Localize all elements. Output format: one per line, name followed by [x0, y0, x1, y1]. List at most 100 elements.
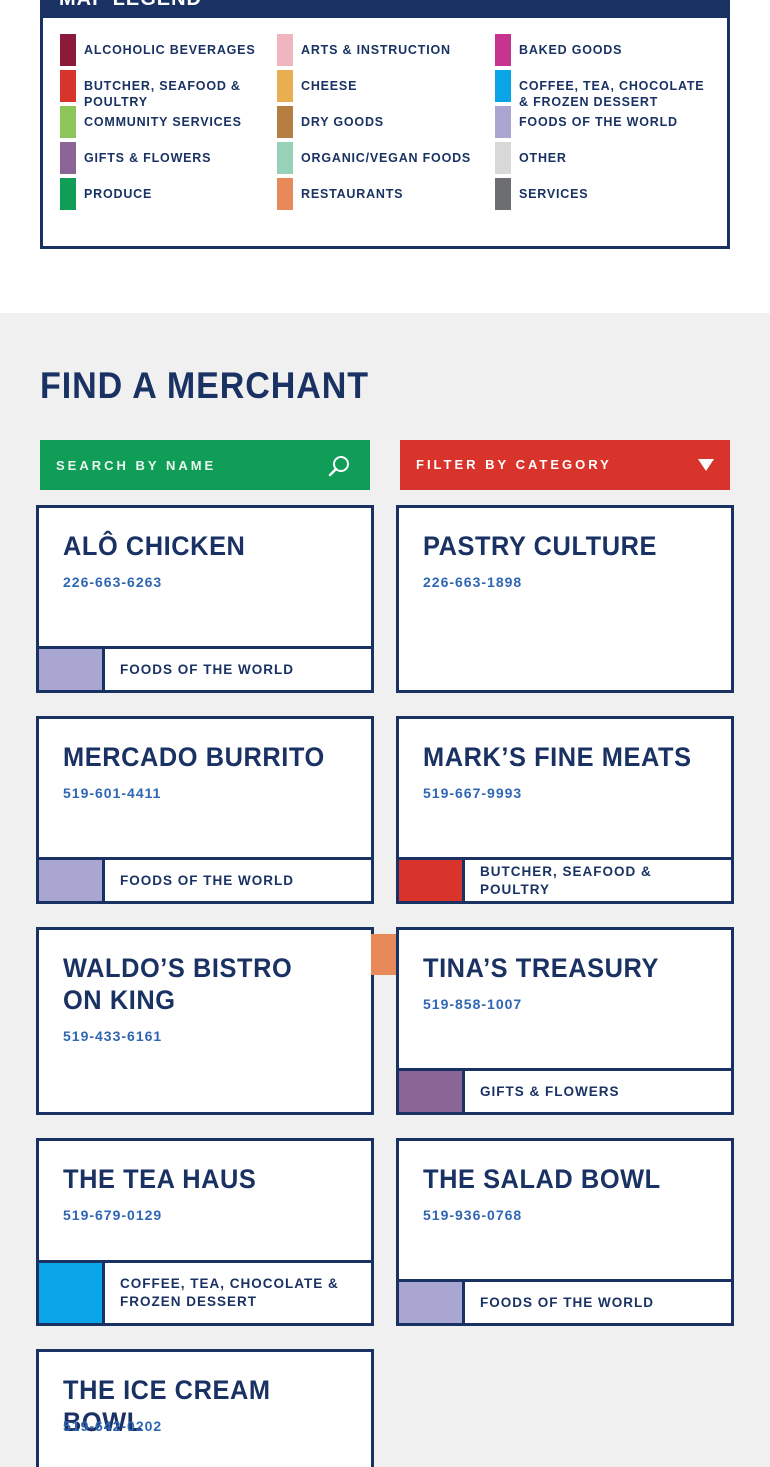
legend-label: Other [519, 151, 567, 165]
merchant-phone[interactable]: 519-936-0768 [423, 1207, 522, 1223]
legend-item-alcoholic-beverages: Alcoholic Beverages [60, 34, 277, 70]
legend-grid: Alcoholic Beverages Arts & Instruction B… [60, 34, 720, 214]
legend-label: Community Services [84, 115, 242, 129]
merchant-name: The Tea Haus [63, 1164, 257, 1194]
legend-label: Butcher, Seafood & Poultry [84, 79, 241, 109]
legend-swatch [60, 70, 76, 102]
category-swatch [399, 1282, 465, 1323]
legend-swatch [495, 34, 511, 66]
legend-swatch [495, 106, 511, 138]
legend-label: Arts & Instruction [301, 43, 451, 57]
category-swatch [39, 860, 105, 901]
merchant-category: Foods of the World [396, 1279, 734, 1326]
merchant-phone[interactable]: 519-667-9993 [423, 785, 522, 801]
category-label: Foods of the World [120, 872, 294, 888]
legend-item-community-services: Community Services [60, 106, 277, 142]
merchant-category: Coffee, Tea, Chocolate & Frozen Dessert [36, 1260, 374, 1326]
merchant-phone[interactable]: 226-663-6263 [63, 574, 162, 590]
legend-label: Coffee, Tea, Chocolate & Frozen Dessert [519, 79, 705, 109]
legend-swatch [60, 178, 76, 210]
legend-item-organic-vegan: Organic/Vegan Foods [277, 142, 495, 178]
search-icon[interactable] [328, 455, 350, 477]
legend-label: Cheese [301, 79, 358, 93]
legend-item-restaurants: Restaurants [277, 178, 495, 214]
legend-label: Baked Goods [519, 43, 623, 57]
legend-label: Restaurants [301, 187, 404, 201]
merchant-category: Foods of the World [36, 646, 374, 693]
category-label: Gifts & Flowers [480, 1083, 620, 1099]
legend-item-cheese: Cheese [277, 70, 495, 106]
legend-swatch [60, 106, 76, 138]
filter-label: Filter by Category [416, 457, 612, 472]
legend-swatch [277, 70, 293, 102]
category-swatch [39, 1263, 105, 1323]
merchant-phone[interactable]: 519-433-6161 [63, 1028, 162, 1044]
legend-item-services: Services [495, 178, 720, 214]
merchant-phone[interactable]: 519-601-4411 [63, 785, 161, 801]
legend-label: Foods of the World [519, 115, 678, 129]
category-swatch [399, 1071, 465, 1112]
merchant-phone[interactable]: 519-679-0129 [63, 1207, 162, 1223]
merchant-name: Tina’s Treasury [423, 953, 659, 983]
merchant-card[interactable]: Waldo’s Bistro On King 519-433-6161 [36, 927, 374, 1115]
legend-swatch [277, 106, 293, 138]
merchant-card[interactable]: Alô Chicken 226-663-6263 Foods of the Wo… [36, 505, 374, 693]
merchant-name: The Salad Bowl [423, 1164, 661, 1194]
category-label: Coffee, Tea, Chocolate & Frozen Dessert [120, 1276, 339, 1309]
legend-label: Dry Goods [301, 115, 384, 129]
category-label: Foods of the World [480, 1294, 654, 1310]
legend-item-produce: Produce [60, 178, 277, 214]
merchant-card[interactable]: The Salad Bowl 519-936-0768 Foods of the… [396, 1138, 734, 1326]
merchant-phone[interactable]: 519-642-0202 [63, 1418, 162, 1434]
search-input[interactable] [40, 440, 320, 490]
filter-by-category-dropdown[interactable]: Filter by Category [400, 440, 730, 490]
caret-down-icon [698, 459, 714, 471]
legend-label: Services [519, 187, 589, 201]
legend-swatch [277, 178, 293, 210]
merchant-name: Alô Chicken [63, 531, 246, 561]
legend-item-dry-goods: Dry Goods [277, 106, 495, 142]
legend-swatch [60, 142, 76, 174]
merchant-category: Foods of the World [36, 857, 374, 904]
legend-header: Map Legend [43, 0, 727, 18]
merchant-category: Gifts & Flowers [396, 1068, 734, 1115]
legend-label: Produce [84, 187, 153, 201]
legend-swatch [277, 142, 293, 174]
category-swatch [399, 860, 465, 901]
legend-label: Organic/Vegan Foods [301, 151, 472, 165]
legend-item-gifts-flowers: Gifts & Flowers [60, 142, 277, 178]
legend-item-butcher: Butcher, Seafood & Poultry [60, 70, 277, 109]
merchant-category: Butcher, Seafood & Poultry [396, 857, 734, 904]
merchant-name: Pastry Culture [423, 531, 657, 561]
category-label: Foods of the World [120, 661, 294, 677]
legend-swatch [277, 34, 293, 66]
map-legend: Map Legend Alcoholic Beverages Arts & In… [40, 0, 730, 249]
legend-item-foods-of-the-world: Foods of the World [495, 106, 720, 142]
legend-swatch [495, 70, 511, 102]
legend-swatch [495, 178, 511, 210]
legend-title: Map Legend [59, 0, 202, 11]
legend-label: Gifts & Flowers [84, 151, 212, 165]
merchant-card[interactable]: Pastry Culture 226-663-1898 [396, 505, 734, 693]
legend-item-arts-instruction: Arts & Instruction [277, 34, 495, 70]
legend-item-coffee-tea: Coffee, Tea, Chocolate & Frozen Dessert [495, 70, 720, 109]
section-title: Find a Merchant [40, 365, 369, 406]
merchant-name: Mercado Burrito [63, 742, 325, 772]
merchant-name: Mark’s Fine Meats [423, 742, 692, 772]
category-label: Butcher, Seafood & Poultry [480, 863, 652, 897]
legend-item-other: Other [495, 142, 720, 178]
legend-label: Alcoholic Beverages [84, 43, 256, 57]
category-swatch [39, 649, 105, 690]
merchant-card[interactable]: Tina’s Treasury 519-858-1007 Gifts & Flo… [396, 927, 734, 1115]
merchant-phone[interactable]: 519-858-1007 [423, 996, 522, 1012]
merchant-name: Waldo’s Bistro On King [63, 953, 293, 1015]
merchant-card[interactable]: Mark’s Fine Meats 519-667-9993 Butcher, … [396, 716, 734, 904]
merchant-card[interactable]: Mercado Burrito 519-601-4411 Foods of th… [36, 716, 374, 904]
legend-item-baked-goods: Baked Goods [495, 34, 720, 70]
legend-swatch [495, 142, 511, 174]
merchant-card[interactable]: The Tea Haus 519-679-0129 Coffee, Tea, C… [36, 1138, 374, 1326]
restaurants-category-marker [371, 934, 397, 975]
merchant-card[interactable]: The Ice Cream Bowl 519-642-0202 [36, 1349, 374, 1467]
legend-swatch [60, 34, 76, 66]
merchant-phone[interactable]: 226-663-1898 [423, 574, 522, 590]
